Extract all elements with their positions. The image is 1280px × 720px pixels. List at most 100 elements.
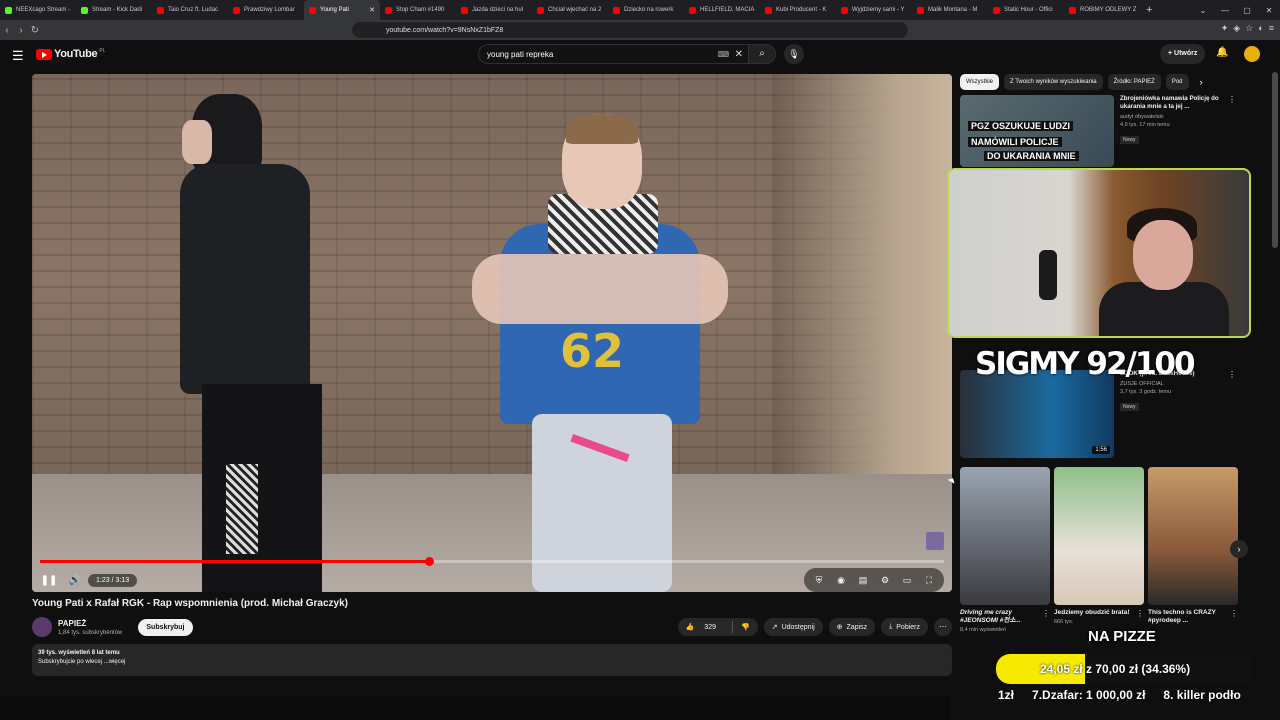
tab-favicon-icon <box>917 6 924 14</box>
download-button[interactable]: ⤓ Pobierz <box>881 618 928 636</box>
minimize-icon[interactable]: — <box>1214 6 1236 15</box>
more-actions-button[interactable]: ⋯ <box>934 618 952 636</box>
chip-from-search[interactable]: Z Twoich wyników wyszukiwania <box>1004 74 1103 90</box>
short-item[interactable]: Driving me crazy #JEONSOMI #전소... 8,4 ml… <box>960 467 1050 633</box>
recommendation-channel[interactable]: audyt obywatelski <box>1120 114 1230 120</box>
chevron-right-icon[interactable]: › <box>1200 77 1203 87</box>
channel-name[interactable]: PAPIEŻ <box>58 619 122 628</box>
browser-tab[interactable]: Chciał wjechać na 2 <box>532 0 608 20</box>
browser-tab[interactable]: Taio Cruz ft. Ludac <box>152 0 228 20</box>
notifications-bell-icon[interactable]: 🔔 <box>1216 47 1228 58</box>
tab-favicon-icon <box>81 6 88 14</box>
more-vert-icon[interactable]: ⋮ <box>1136 609 1144 618</box>
settings-gear-icon[interactable]: ⚙ <box>876 575 894 586</box>
forward-icon[interactable]: › <box>14 25 28 36</box>
share-label: Udostępnij <box>781 623 815 631</box>
reload-icon[interactable]: ↻ <box>28 25 42 36</box>
new-tab-button[interactable]: + <box>1140 4 1158 16</box>
short-thumbnail[interactable] <box>960 467 1050 605</box>
recommendation-thumbnail[interactable]: PGZ OSZUKUJE LUDZI NAMÓWILI POLICJE DO U… <box>960 95 1114 167</box>
recommendation-item[interactable]: PGZ OSZUKUJE LUDZI NAMÓWILI POLICJE DO U… <box>960 95 1236 167</box>
recommendation-title[interactable]: Zbrojeniówka namawia Policję do ukarania… <box>1120 95 1230 111</box>
save-button[interactable]: ⊕ Zapisz <box>828 618 876 636</box>
browser-tab[interactable]: Dziecko na rowerk <box>608 0 684 20</box>
account-avatar[interactable] <box>1244 46 1260 62</box>
subtitles-icon[interactable]: ▤ <box>854 575 872 586</box>
shorts-next-button[interactable]: › <box>1230 540 1248 558</box>
miniplayer-icon[interactable]: ▭ <box>898 575 916 586</box>
page-scrollbar[interactable] <box>1272 72 1278 248</box>
short-title[interactable]: Driving me crazy #JEONSOMI #전소... <box>960 609 1050 625</box>
tab-search-icon[interactable]: ⌄ <box>1192 6 1214 15</box>
chip-all[interactable]: Wszystkie <box>960 74 999 90</box>
thumb-caption: DO UKARANIA MNIE <box>984 151 1079 161</box>
short-thumbnail[interactable] <box>1148 467 1238 605</box>
like-button[interactable]: 👍 329 <box>678 623 732 631</box>
browser-tab[interactable]: ROBIMY ODLEWY Z <box>1064 0 1140 20</box>
tab-favicon-icon <box>613 6 620 14</box>
extension-icon[interactable]: ✦ <box>1221 23 1229 34</box>
extension-icon[interactable]: ◈ <box>1233 23 1240 34</box>
close-tab-icon[interactable]: ✕ <box>369 6 375 14</box>
search-input[interactable]: young pati repreka ⌨ ✕ <box>478 44 750 64</box>
share-button[interactable]: ↗ Udostępnij <box>763 618 823 636</box>
more-vert-icon[interactable]: ⋮ <box>1230 609 1238 618</box>
browser-tab[interactable]: Wyjdziemy sami - Y <box>836 0 912 20</box>
fullscreen-icon[interactable]: ⛶ <box>920 575 938 586</box>
browser-tab[interactable]: Stream - Kick Dadi <box>76 0 152 20</box>
short-title[interactable]: Jedziemy obudzić brata! <box>1054 609 1144 617</box>
progress-bar[interactable] <box>40 557 944 566</box>
subscribe-button[interactable]: Subskrybuj <box>138 618 193 636</box>
hamburger-menu-icon[interactable]: ☰ <box>12 48 24 64</box>
channel-watermark[interactable] <box>926 532 944 550</box>
youtube-logo[interactable]: YouTube PL <box>36 48 105 60</box>
video-player[interactable]: 62 ❚❚ 🔊 1:23 / 3:13 ⛨ ◉ ▤ ⚙ ▭ ⛶ <box>32 74 952 592</box>
progress-scrubber[interactable] <box>424 557 434 566</box>
search-icon: ⌕ <box>759 48 765 59</box>
browser-tab[interactable]: Jazda dzieci na hul <box>456 0 532 20</box>
page-bottom <box>0 696 950 720</box>
browser-tab[interactable]: Young Pati ✕ <box>304 0 380 20</box>
tab-favicon-icon <box>385 6 392 14</box>
recommendation-item[interactable]: 1:56 LOOK (prod. BackHouse) ZUSJE OFFICI… <box>960 370 1236 458</box>
more-vert-icon[interactable]: ⋮ <box>1042 609 1050 618</box>
bookmark-icon[interactable]: ☆ <box>1245 23 1253 34</box>
tab-label: Chciał wjechać na 2 <box>548 7 602 13</box>
browser-tab[interactable]: Prawdziwy Lombar <box>228 0 304 20</box>
back-icon[interactable]: ‹ <box>0 25 14 36</box>
channel-row: PAPIEŻ 1,84 tys. subskrybentów Subskrybu… <box>32 616 193 638</box>
short-title[interactable]: This techno is CRAZY #pyrodeep ... <box>1148 609 1238 625</box>
browser-tab[interactable]: HELLFIELD, MACIA <box>684 0 760 20</box>
channel-avatar[interactable] <box>32 617 52 637</box>
voice-search-button[interactable]: 🎙 <box>784 44 804 64</box>
volume-icon[interactable]: 🔊 <box>62 575 88 586</box>
close-window-icon[interactable]: ✕ <box>1258 6 1280 15</box>
dislike-button[interactable]: 👎 <box>733 623 758 631</box>
recommendation-thumbnail[interactable]: 1:56 <box>960 370 1114 458</box>
url-field[interactable]: youtube.com/watch?v=9NsNxZ1bFZ8 <box>352 22 908 38</box>
description-box[interactable]: 39 tys. wyświetleń 8 lat temu Subskrybuj… <box>32 644 952 676</box>
autoplay-toggle[interactable]: ◉ <box>832 575 850 586</box>
short-thumbnail[interactable] <box>1054 467 1144 605</box>
browser-tab[interactable]: Static Hour - Offici <box>988 0 1064 20</box>
short-item[interactable]: Jedziemy obudzić brata! 666 tys. ⋮ <box>1054 467 1144 633</box>
search-button[interactable]: ⌕ <box>748 44 776 64</box>
stream-overlay-sigmy: SIGMY 92/100 <box>975 346 1196 382</box>
clear-search-icon[interactable]: ✕ <box>735 49 743 60</box>
create-button[interactable]: + Utwórz <box>1160 44 1206 64</box>
browser-tab[interactable]: NEEXcago Stream - <box>0 0 76 20</box>
profile-icon[interactable]: ◐ <box>1258 23 1263 34</box>
browser-tab[interactable]: Malik Montana - M <box>912 0 988 20</box>
more-vert-icon[interactable]: ⋮ <box>1228 370 1236 379</box>
pause-icon[interactable]: ❚❚ <box>36 575 62 586</box>
more-vert-icon[interactable]: ⋮ <box>1228 95 1236 104</box>
keyboard-icon[interactable]: ⌨ <box>717 50 729 59</box>
short-item[interactable]: This techno is CRAZY #pyrodeep ... ⋮ <box>1148 467 1238 633</box>
shield-icon[interactable]: ⛨ <box>810 575 828 586</box>
chip-more[interactable]: Pod <box>1165 74 1189 90</box>
chip-source[interactable]: Źródło: PAPIEŻ <box>1107 74 1161 90</box>
browser-tab[interactable]: Kubi Producent - K <box>760 0 836 20</box>
menu-icon[interactable]: ≡ <box>1269 23 1274 34</box>
maximize-icon[interactable]: ▢ <box>1236 6 1258 15</box>
browser-tab[interactable]: Stop Cham #1490 <box>380 0 456 20</box>
